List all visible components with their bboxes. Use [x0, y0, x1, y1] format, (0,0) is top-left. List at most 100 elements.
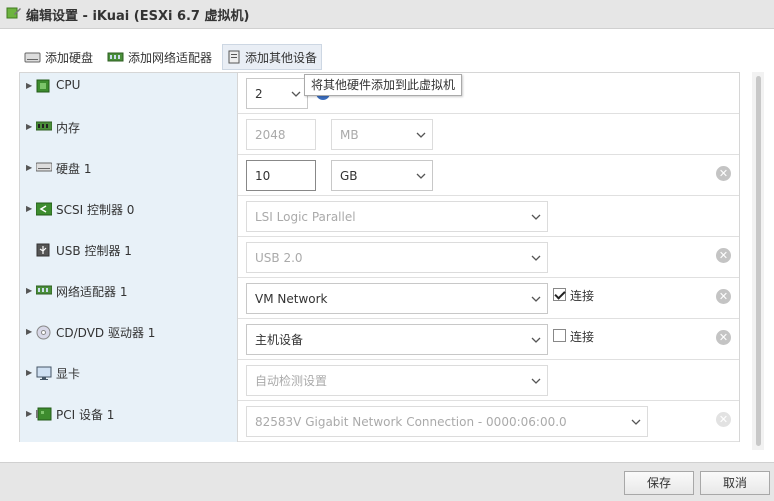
toolbar: 添加硬盘 添加网络适配器 添加其他设备	[20, 44, 328, 70]
disk-unit-select[interactable]: GB	[331, 160, 433, 191]
row-label-cell: USB 控制器 1	[20, 237, 238, 278]
row-label-cell: ▶ 硬盘 1	[20, 155, 238, 196]
device-label: 硬盘 1	[56, 162, 92, 176]
window-title: 编辑设置 - iKuai (ESXi 6.7 虚拟机)	[26, 8, 250, 24]
chevron-down-icon	[416, 170, 426, 184]
select-value: VM Network	[255, 291, 328, 306]
row-label-cell: ▶ SCSI 控制器 0	[20, 196, 238, 237]
expand-caret-icon[interactable]: ▶	[26, 81, 32, 90]
scsi-type-select[interactable]: LSI Logic Parallel	[246, 201, 548, 232]
expand-caret-icon[interactable]: ▶	[26, 368, 32, 377]
other-device-icon	[227, 50, 241, 64]
title-bar: 编辑设置 - iKuai (ESXi 6.7 虚拟机)	[0, 0, 774, 29]
connect-label: 连接	[570, 330, 595, 344]
chevron-down-icon	[531, 252, 541, 266]
cd-dvd-icon	[36, 325, 51, 343]
select-value: USB 2.0	[255, 250, 303, 265]
select-value: 82583V Gigabit Network Connection - 0000…	[255, 414, 567, 429]
row-label-cell: ▶ PCI 设备 1	[20, 401, 238, 442]
remove-device-button[interactable]: ✕	[716, 289, 731, 304]
usb-icon	[36, 243, 50, 260]
device-label: USB 控制器 1	[56, 244, 132, 258]
select-value: 自动检测设置	[255, 374, 328, 388]
dialog-footer: 保存 取消	[0, 462, 774, 501]
add-disk-button[interactable]: 添加硬盘	[20, 44, 97, 70]
device-label: 网络适配器 1	[56, 285, 128, 299]
hardware-table: ▶ CPU 2 ▶ 内存 2048 MB ▶ 硬盘 1 10 GB ✕ ▶ SC…	[19, 72, 740, 442]
scrollbar-thumb[interactable]	[756, 76, 761, 446]
chevron-down-icon	[531, 293, 541, 307]
scsi-icon	[35, 202, 53, 219]
connect-checkbox[interactable]	[553, 329, 566, 342]
row-hard-disk: ▶ 硬盘 1 10 GB ✕	[20, 155, 739, 196]
chevron-down-icon	[416, 129, 426, 143]
cpu-icon	[36, 79, 50, 96]
row-video-card: ▶ 显卡 自动检测设置	[20, 360, 739, 401]
edit-settings-icon	[6, 5, 22, 24]
add-other-device-button[interactable]: 添加其他设备	[222, 44, 323, 70]
disk-size-input[interactable]: 10	[246, 160, 316, 191]
select-value: MB	[340, 127, 359, 142]
connect-label: 连接	[570, 289, 595, 303]
cancel-button[interactable]: 取消	[700, 471, 770, 495]
expand-caret-icon[interactable]: ▶	[26, 122, 32, 131]
device-label: 显卡	[56, 367, 81, 381]
memory-unit-select[interactable]: MB	[331, 119, 433, 150]
remove-device-button[interactable]: ✕	[716, 330, 731, 345]
device-label: CD/DVD 驱动器 1	[56, 326, 156, 340]
row-network-adapter: ▶ 网络适配器 1 VM Network 连接 ✕	[20, 278, 739, 319]
network-adapter-icon	[107, 51, 124, 63]
tooltip: 将其他硬件添加到此虚拟机	[304, 74, 463, 96]
video-settings-select[interactable]: 自动检测设置	[246, 365, 548, 396]
chevron-down-icon	[531, 334, 541, 348]
network-select[interactable]: VM Network	[246, 283, 548, 314]
pci-device-icon	[36, 407, 52, 424]
cpu-count-select[interactable]: 2	[246, 78, 308, 109]
add-other-device-label: 添加其他设备	[245, 50, 318, 65]
select-value: 2	[255, 86, 263, 101]
chevron-down-icon	[291, 88, 301, 102]
add-disk-label: 添加硬盘	[45, 50, 94, 65]
hard-disk-icon	[24, 50, 41, 64]
expand-caret-icon[interactable]: ▶	[26, 163, 32, 172]
hard-disk-icon	[35, 161, 53, 176]
expand-caret-icon[interactable]: ▶	[26, 286, 32, 295]
row-scsi-controller: ▶ SCSI 控制器 0 LSI Logic Parallel	[20, 196, 739, 237]
pci-device-select[interactable]: 82583V Gigabit Network Connection - 0000…	[246, 406, 648, 437]
memory-icon	[35, 120, 53, 135]
memory-input[interactable]: 2048	[246, 119, 316, 150]
connect-checkbox[interactable]	[553, 288, 566, 301]
usb-type-select[interactable]: USB 2.0	[246, 242, 548, 273]
save-button[interactable]: 保存	[624, 471, 694, 495]
row-label-cell: ▶ 显卡	[20, 360, 238, 401]
select-value: 主机设备	[255, 333, 304, 347]
add-nic-button[interactable]: 添加网络适配器	[103, 44, 216, 70]
device-label: CPU	[56, 78, 81, 92]
chevron-down-icon	[531, 375, 541, 389]
expand-caret-icon[interactable]: ▶	[26, 409, 32, 418]
select-value: GB	[340, 168, 358, 183]
row-pci-device: ▶ PCI 设备 1 82583V Gigabit Network Connec…	[20, 401, 739, 442]
monitor-icon	[36, 366, 52, 384]
add-nic-label: 添加网络适配器	[128, 50, 213, 65]
remove-device-button[interactable]: ✕	[716, 248, 731, 263]
expand-caret-icon[interactable]: ▶	[26, 327, 32, 336]
remove-device-button[interactable]: ✕	[716, 412, 731, 427]
select-value: LSI Logic Parallel	[255, 209, 356, 224]
remove-device-button[interactable]: ✕	[716, 166, 731, 181]
expand-caret-icon[interactable]: ▶	[26, 204, 32, 213]
device-label: PCI 设备 1	[56, 408, 115, 422]
input-value: 2048	[255, 127, 286, 142]
chevron-down-icon	[531, 211, 541, 225]
row-memory: ▶ 内存 2048 MB	[20, 114, 739, 155]
network-adapter-icon	[35, 284, 53, 299]
row-label-cell: ▶ CPU	[20, 73, 238, 114]
vertical-scrollbar[interactable]	[752, 72, 764, 450]
input-value: 10	[255, 168, 271, 183]
row-label-cell: ▶ CD/DVD 驱动器 1	[20, 319, 238, 360]
row-usb-controller: USB 控制器 1 USB 2.0 ✕	[20, 237, 739, 278]
cd-dvd-source-select[interactable]: 主机设备	[246, 324, 548, 355]
device-label: 内存	[56, 121, 81, 135]
row-label-cell: ▶ 网络适配器 1	[20, 278, 238, 319]
row-label-cell: ▶ 内存	[20, 114, 238, 155]
